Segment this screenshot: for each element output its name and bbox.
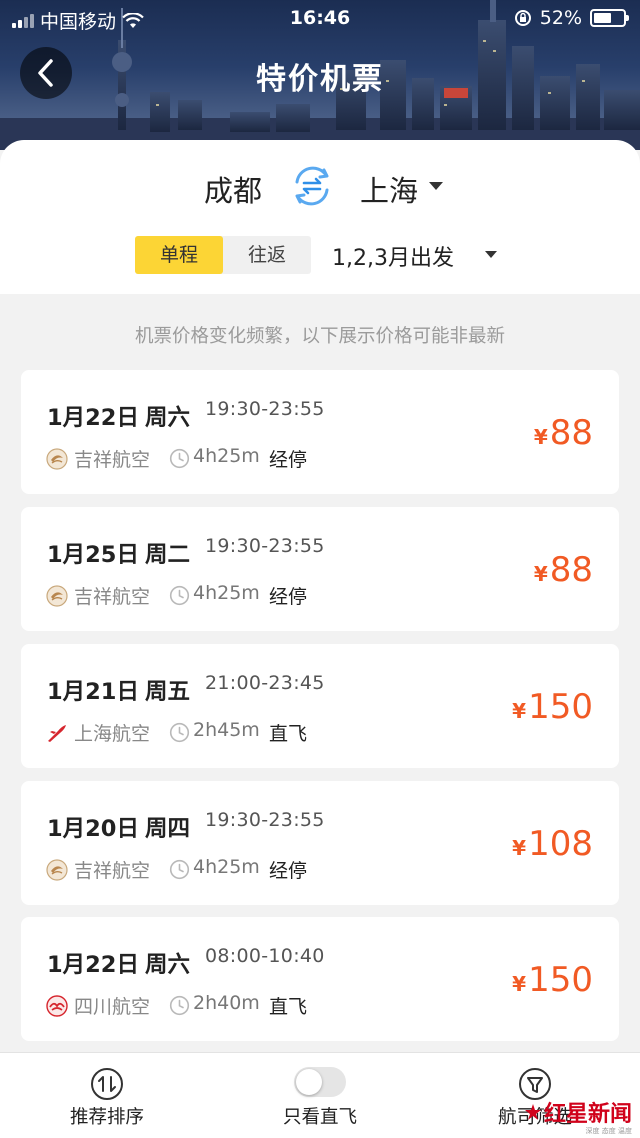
red-star-news-watermark: 红星新闻 深度 态度 温度 <box>524 1092 632 1135</box>
departure-month-select[interactable]: 1,2,3月出发 <box>332 240 454 272</box>
flight-time: 21:00-23:45 <box>205 672 325 694</box>
flight-stop-type: 直飞 <box>269 996 308 1018</box>
sichuan-airlines-logo-icon <box>46 995 68 1017</box>
flight-price: ¥ 88 <box>534 550 593 590</box>
sort-label: 推荐排序 <box>69 1107 144 1128</box>
flight-time: 19:30-23:55 <box>205 809 325 831</box>
price-amount: 150 <box>528 960 593 1000</box>
flight-price: ¥ 150 <box>512 960 593 1000</box>
clock-icon <box>169 448 190 469</box>
flight-stop-type: 经停 <box>269 860 308 882</box>
flight-stop-type: 直飞 <box>269 723 308 745</box>
airline-name: 吉祥航空 <box>74 586 151 608</box>
round-trip-option[interactable]: 往返 <box>223 236 311 274</box>
route-panel: 成都 上海 单程 往返 1,2,3月出发 <box>0 140 640 294</box>
arrival-city[interactable]: 上海 <box>360 168 418 210</box>
flight-time: 08:00-10:40 <box>205 945 325 967</box>
flight-date: 1月20日 <box>47 816 139 842</box>
currency-symbol: ¥ <box>512 699 527 723</box>
flight-weekday: 周六 <box>145 952 191 978</box>
flight-price: ¥ 150 <box>512 687 593 727</box>
watermark-subtext: 深度 态度 温度 <box>585 1127 632 1135</box>
route-row: 成都 上海 <box>0 162 640 212</box>
flight-time: 19:30-23:55 <box>205 398 325 420</box>
price-amount: 88 <box>549 550 593 590</box>
flight-date: 1月22日 <box>47 952 139 978</box>
flight-card[interactable]: 1月21日 周五 21:00-23:45 上海航空 2h45m 直飞 ¥ 150 <box>21 644 619 768</box>
flight-weekday: 周四 <box>145 816 191 842</box>
sort-button[interactable]: 推荐排序 <box>27 1053 187 1138</box>
direct-only-switch[interactable] <box>294 1067 346 1097</box>
direct-only-toggle[interactable]: 只看直飞 <box>240 1053 400 1138</box>
price-amount: 108 <box>528 824 593 864</box>
clock-icon <box>169 995 190 1016</box>
departure-month-dropdown-icon[interactable] <box>485 251 497 258</box>
flight-duration: 2h45m <box>193 719 260 741</box>
clock-icon <box>169 722 190 743</box>
flight-time: 19:30-23:55 <box>205 535 325 557</box>
flight-stop-type: 经停 <box>269 586 308 608</box>
price-amount: 150 <box>528 687 593 727</box>
flight-duration: 2h40m <box>193 992 260 1014</box>
flight-duration: 4h25m <box>193 445 260 467</box>
shanghai-airlines-logo-icon <box>48 725 66 742</box>
flight-card[interactable]: 1月22日 周六 19:30-23:55 吉祥航空 4h25m 经停 ¥ 88 <box>21 370 619 494</box>
flight-price: ¥ 88 <box>534 413 593 453</box>
page-title: 特价机票 <box>256 62 384 97</box>
juneyao-logo-icon <box>46 448 68 470</box>
flight-date: 1月25日 <box>47 542 139 568</box>
battery-icon <box>590 9 629 27</box>
airline-name: 吉祥航空 <box>74 860 151 882</box>
direct-only-label: 只看直飞 <box>282 1107 357 1128</box>
flight-card[interactable]: 1月25日 周二 19:30-23:55 吉祥航空 4h25m 经停 ¥ 88 <box>21 507 619 631</box>
clock-icon <box>169 585 190 606</box>
battery-percent: 52% <box>539 7 582 29</box>
flight-card[interactable]: 1月20日 周四 19:30-23:55 吉祥航空 4h25m 经停 ¥ 108 <box>21 781 619 905</box>
airline-name: 吉祥航空 <box>74 449 151 471</box>
watermark-text: 红星新闻 <box>543 1101 632 1127</box>
sort-icon <box>91 1068 123 1100</box>
trip-type-toggle: 单程 往返 <box>135 236 311 274</box>
flight-card[interactable]: 1月22日 周六 08:00-10:40 四川航空 2h40m 直飞 ¥ 150 <box>21 917 619 1041</box>
status-bar: 中国移动 16:46 52% <box>0 0 640 36</box>
price-amount: 88 <box>549 413 593 453</box>
price-notice: 机票价格变化频繁，以下展示价格可能非最新 <box>134 326 505 347</box>
airline-name: 四川航空 <box>74 996 151 1018</box>
flight-price: ¥ 108 <box>512 824 593 864</box>
flight-date: 1月22日 <box>47 405 139 431</box>
currency-symbol: ¥ <box>533 562 548 586</box>
swap-cities-icon[interactable] <box>288 162 336 210</box>
flight-weekday: 周六 <box>145 405 191 431</box>
currency-symbol: ¥ <box>512 972 527 996</box>
star-logo-icon <box>524 1104 541 1120</box>
currency-symbol: ¥ <box>512 836 527 860</box>
status-right: 52% <box>514 7 629 29</box>
flight-weekday: 周五 <box>145 679 191 705</box>
juneyao-logo-icon <box>46 859 68 881</box>
flight-duration: 4h25m <box>193 582 260 604</box>
currency-symbol: ¥ <box>533 425 548 449</box>
flight-stop-type: 经停 <box>269 449 308 471</box>
flight-date: 1月21日 <box>47 679 139 705</box>
juneyao-logo-icon <box>46 585 68 607</box>
one-way-option[interactable]: 单程 <box>135 236 223 274</box>
airline-name: 上海航空 <box>74 723 151 745</box>
flight-duration: 4h25m <box>193 856 260 878</box>
clock-icon <box>169 859 190 880</box>
arrival-city-dropdown-icon[interactable] <box>429 182 443 190</box>
departure-city[interactable]: 成都 <box>204 168 262 210</box>
rotation-lock-icon <box>514 10 531 26</box>
flight-weekday: 周二 <box>145 542 191 568</box>
header-banner: 中国移动 16:46 52% 特价机票 <box>0 0 640 150</box>
